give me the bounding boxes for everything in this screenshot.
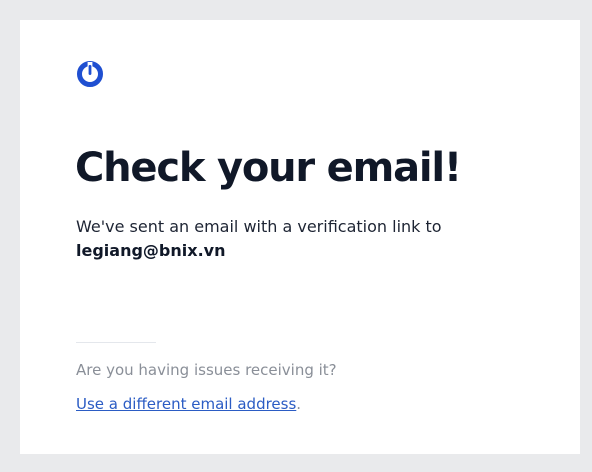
- alt-email-line: Use a different email address.: [76, 392, 301, 416]
- verification-card: Check your email! We've sent an email wi…: [20, 20, 580, 454]
- alt-link-suffix: .: [296, 395, 302, 413]
- power-icon: [77, 61, 103, 87]
- message-text: We've sent an email with a verification …: [76, 217, 442, 236]
- email-address: legiang@bnix.vn: [76, 241, 226, 260]
- issues-text: Are you having issues receiving it?: [76, 361, 337, 379]
- use-different-email-link[interactable]: Use a different email address: [76, 395, 296, 413]
- divider: [76, 342, 156, 343]
- verification-message: We've sent an email with a verification …: [76, 215, 536, 263]
- page-title: Check your email!: [75, 145, 462, 191]
